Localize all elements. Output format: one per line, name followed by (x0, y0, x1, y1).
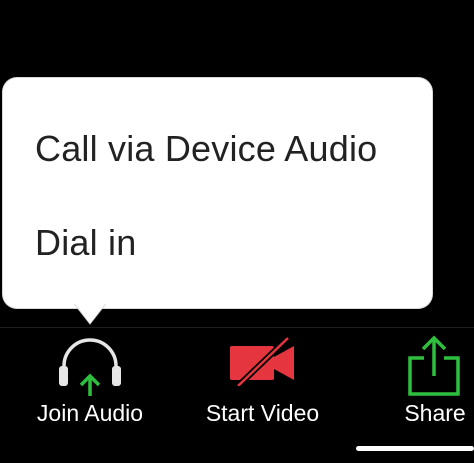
video-camera-off-icon (230, 336, 294, 386)
popup-pointer (72, 300, 108, 325)
meeting-screen: Call via Device Audio Dial in Join Audio… (0, 0, 474, 463)
home-indicator (356, 446, 474, 451)
share-icon (408, 335, 460, 396)
headphones-icon (59, 338, 121, 396)
share-label: Share (404, 400, 466, 426)
join-audio-button[interactable]: Join Audio (20, 330, 160, 440)
start-video-label: Start Video (205, 400, 320, 426)
join-audio-label: Join Audio (36, 400, 144, 426)
share-button[interactable]: Share (385, 330, 474, 440)
dial-in-option[interactable]: Dial in (35, 222, 136, 264)
audio-options-popup (3, 78, 432, 308)
start-video-button[interactable]: Start Video (190, 330, 335, 440)
toolbar-divider (0, 327, 474, 328)
call-via-device-audio-option[interactable]: Call via Device Audio (35, 128, 377, 170)
